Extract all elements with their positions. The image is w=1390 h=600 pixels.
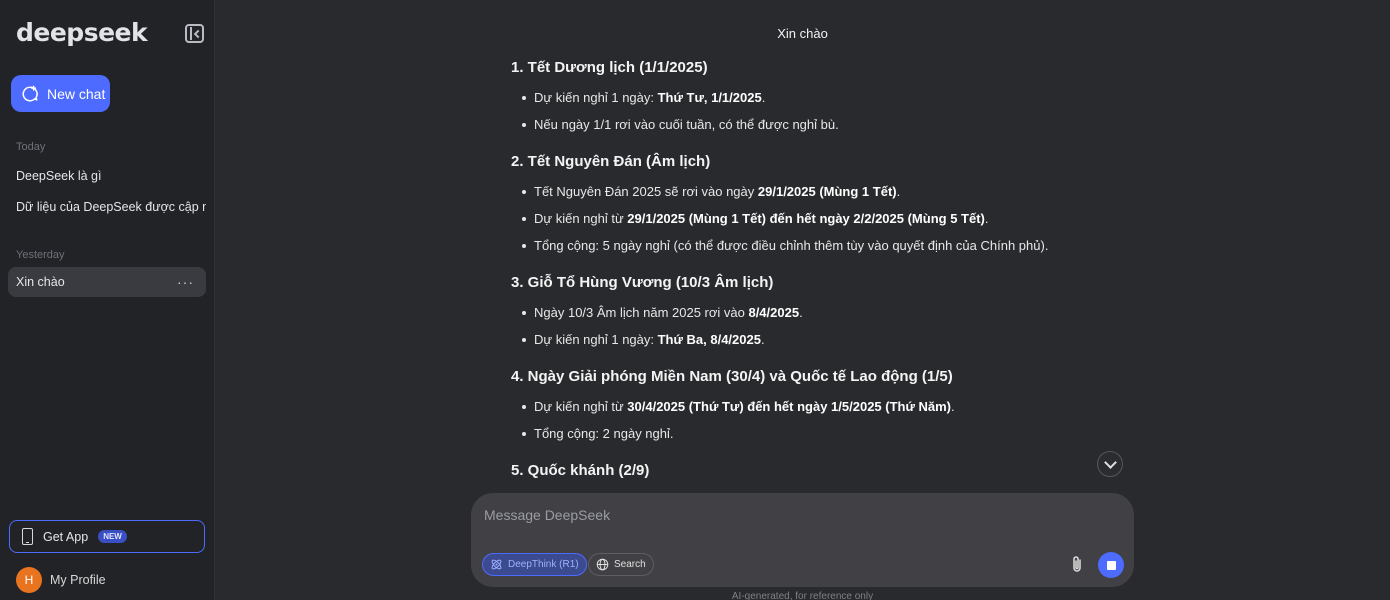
new-badge: NEW — [98, 530, 127, 543]
phone-icon — [22, 528, 33, 545]
text-segment: Tổng cộng: 5 ngày nghỉ (có thể được điều… — [534, 238, 1049, 253]
bullet-list: Dự kiến nghỉ 1 ngày: Thứ Tư, 1/1/2025. Nế… — [511, 88, 1131, 142]
chat-title: Xin chào — [777, 26, 828, 41]
search-label: Search — [614, 559, 646, 570]
bullet-item: Dự kiến nghỉ 1 ngày: Thứ Ba, 8/4/2025. — [511, 330, 1131, 357]
text-segment: Nếu ngày 1/1 rơi vào cuối tuần, có thể đ… — [534, 117, 839, 132]
bullet-item: Tổng cộng: 5 ngày nghỉ (có thể được điều… — [511, 236, 1131, 263]
new-chat-button[interactable]: New chat — [11, 75, 110, 112]
message-input[interactable] — [484, 507, 1104, 523]
new-chat-label: New chat — [47, 85, 106, 102]
text-segment: Dự kiến nghỉ 1 ngày: — [534, 90, 658, 105]
bullet-list: Tết Nguyên Đán 2025 sẽ rơi vào ngày 29/1… — [511, 182, 1131, 263]
text-segment: Tết Nguyên Đán 2025 sẽ rơi vào ngày — [534, 184, 758, 199]
message-composer: DeepThink (R1) Search — [471, 493, 1134, 587]
history-item[interactable]: DeepSeek là gì — [8, 161, 206, 191]
atom-icon — [491, 559, 502, 570]
ai-disclaimer: AI-generated, for reference only — [731, 591, 874, 600]
bold-text: 8/4/2025 — [748, 305, 800, 320]
deepseek-logo: deepseek — [16, 18, 148, 47]
bullet-item: Tổng cộng: 2 ngày nghỉ. — [511, 424, 1131, 451]
text-segment: Dự kiến nghỉ từ — [534, 211, 628, 226]
text-segment: . — [799, 305, 803, 320]
bold-text: 29/1/2025 (Mùng 1 Tết) — [757, 184, 897, 199]
text-segment: Dự kiến nghỉ từ — [534, 399, 628, 414]
profile-label: My Profile — [50, 573, 106, 587]
bullet-item: Tết Nguyên Đán 2025 sẽ rơi vào ngày 29/1… — [511, 182, 1131, 209]
search-toggle[interactable]: Search — [588, 553, 654, 576]
section-heading: 1. Tết Dương lịch (1/1/2025) — [511, 59, 708, 76]
deepthink-toggle[interactable]: DeepThink (R1) — [482, 553, 587, 576]
history-item-label: Dữ liệu của DeepSeek được cập nh — [16, 200, 206, 214]
history-item-label: DeepSeek là gì — [16, 169, 102, 183]
my-profile-button[interactable]: H My Profile — [16, 567, 106, 593]
scroll-down-button[interactable] — [1097, 451, 1123, 477]
paperclip-icon[interactable] — [1067, 554, 1087, 574]
text-segment: . — [896, 184, 901, 199]
globe-icon — [596, 558, 609, 571]
history-section-today: Today — [16, 141, 46, 153]
bold-text: 29/1/2025 (Mùng 1 Tết) đến hết ngày 2/2/… — [627, 211, 985, 226]
bold-text: Thứ Tư, 1/1/2025 — [657, 90, 762, 105]
more-options-icon[interactable]: ··· — [177, 274, 194, 290]
bullet-item: Dự kiến nghỉ từ 30/4/2025 (Thứ Tư) đến h… — [511, 397, 1131, 424]
bullet-item: Dự kiến nghỉ từ 29/1/2025 (Mùng 1 Tết) đ… — [511, 209, 1131, 236]
history-item[interactable]: Dữ liệu của DeepSeek được cập nh — [8, 192, 206, 222]
section-heading: 2. Tết Nguyên Đán (Âm lịch) — [511, 153, 711, 170]
text-segment: . — [984, 211, 989, 226]
assistant-message: 1. Tết Dương lịch (1/1/2025) Dự kiến nghỉ… — [511, 56, 1131, 496]
text-segment: . — [760, 332, 765, 347]
bullet-item: Dự kiến nghỉ 1 ngày: Thứ Tư, 1/1/2025. — [511, 88, 1131, 115]
text-segment: . — [761, 90, 766, 105]
bullet-item: Nếu ngày 1/1 rơi vào cuối tuần, có thể đ… — [511, 115, 1131, 142]
new-chat-icon — [22, 85, 38, 101]
avatar: H — [16, 567, 42, 593]
section-heading: 4. Ngày Giải phóng Miền Nam (30/4) và Qu… — [511, 368, 953, 385]
history-item-active[interactable]: Xin chào ··· — [8, 267, 206, 297]
collapse-sidebar-icon[interactable] — [185, 24, 204, 43]
bold-text: 30/4/2025 (Thứ Tư) đến hết ngày 1/5/2025… — [627, 399, 952, 414]
get-app-button[interactable]: Get App NEW — [9, 520, 205, 553]
text-segment: . — [951, 399, 955, 414]
section-heading: 3. Giỗ Tổ Hùng Vương (10/3 Âm lịch) — [511, 274, 774, 291]
bullet-list: Ngày 10/3 Âm lịch năm 2025 rơi vào 8/4/2… — [511, 303, 1131, 357]
stop-generating-button[interactable] — [1098, 552, 1124, 578]
text-segment: Dự kiến nghỉ 1 ngày: — [534, 332, 658, 347]
text-segment: Tổng cộng: 2 ngày nghỉ. — [534, 426, 674, 441]
section-heading: 5. Quốc khánh (2/9) — [511, 462, 650, 479]
bold-text: Thứ Ba, 8/4/2025 — [657, 332, 761, 347]
history-item-label: Xin chào — [16, 275, 65, 289]
text-segment: Ngày 10/3 Âm lịch năm 2025 rơi vào — [534, 305, 749, 320]
deepthink-label: DeepThink (R1) — [508, 559, 579, 570]
get-app-label: Get App — [43, 529, 89, 544]
bullet-item: Ngày 10/3 Âm lịch năm 2025 rơi vào 8/4/2… — [511, 303, 1131, 330]
history-section-yesterday: Yesterday — [16, 249, 65, 261]
bullet-list: Dự kiến nghỉ từ 30/4/2025 (Thứ Tư) đến h… — [511, 397, 1131, 451]
sidebar: deepseek New chat Today DeepSeek là gì D… — [0, 0, 215, 600]
